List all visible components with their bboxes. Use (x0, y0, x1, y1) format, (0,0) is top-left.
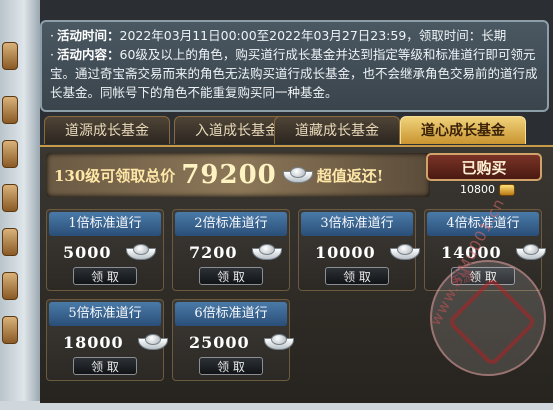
card-amount: 25000 (189, 332, 250, 352)
tab-daozang-fund[interactable]: 道藏成长基金 (274, 116, 400, 144)
fund-content: 130级可领取总价 79200 超值返还! 已购买 10800 1倍标准道行 5… (40, 145, 553, 403)
card-amount: 18000 (63, 332, 124, 352)
activity-time-row: · 活动时间：2022年03月11日00:00至2022年03月27日23:59，… (50, 26, 539, 45)
card-title: 1倍标准道行 (49, 212, 161, 236)
reward-card: 3倍标准道行 10000 领 取 (298, 209, 420, 291)
side-tab-7[interactable] (2, 316, 18, 344)
side-tab-5[interactable] (2, 228, 18, 256)
claim-button[interactable]: 领 取 (73, 267, 137, 285)
claim-button[interactable]: 领 取 (199, 357, 263, 375)
card-amount: 10000 (315, 242, 376, 262)
card-amount: 7200 (189, 242, 238, 262)
price-value: 10800 (460, 183, 495, 196)
claim-button[interactable]: 领 取 (199, 267, 263, 285)
silver-ingot-icon (282, 167, 313, 183)
reward-card: 1倍标准道行 5000 领 取 (46, 209, 164, 291)
activity-time-value: 2022年03月11日00:00至2022年03月27日23:59，领取时间：长… (119, 28, 507, 43)
banner-prefix: 130级可领取总价 (54, 166, 176, 185)
card-title: 4倍标准道行 (427, 212, 539, 236)
activity-time-label: 活动时间： (56, 28, 120, 43)
reward-banner: 130级可领取总价 79200 超值返还! (46, 153, 430, 197)
reward-card: 5倍标准道行 18000 领 取 (46, 299, 168, 381)
fund-price: 10800 (460, 183, 515, 196)
card-title: 6倍标准道行 (175, 302, 287, 326)
silver-ingot-icon (389, 244, 420, 260)
side-tab-6[interactable] (2, 272, 18, 300)
card-title: 2倍标准道行 (175, 212, 287, 236)
silver-ingot-icon (515, 244, 546, 260)
card-amount: 14000 (441, 242, 502, 262)
silver-ingot-icon (125, 244, 156, 260)
fund-panel: · 活动时间：2022年03月11日00:00至2022年03月27日23:59，… (40, 0, 553, 403)
purchased-button[interactable]: 已购买 (426, 153, 542, 181)
activity-info-box: · 活动时间：2022年03月11日00:00至2022年03月27日23:59，… (40, 20, 549, 112)
tab-daoxin-fund[interactable]: 道心成长基金 (400, 116, 526, 144)
activity-content-label: 活动内容： (56, 47, 120, 62)
silver-ingot-icon (251, 244, 282, 260)
side-tab-3[interactable] (2, 140, 18, 168)
claim-button[interactable]: 领 取 (325, 267, 389, 285)
side-tab-4[interactable] (2, 184, 18, 212)
activity-content-row: · 活动内容：60级及以上的角色，购买道行成长基金并达到指定等级和标准道行即可领元… (50, 45, 539, 102)
silver-ingot-icon (263, 334, 294, 350)
banner-suffix: 超值返还! (316, 166, 384, 185)
claim-button[interactable]: 领 取 (73, 357, 137, 375)
banner-total: 79200 (181, 160, 277, 190)
card-title: 3倍标准道行 (301, 212, 413, 236)
side-tab-2[interactable] (2, 96, 18, 124)
side-tab-1[interactable] (2, 42, 18, 70)
silver-ingot-icon (137, 334, 168, 350)
bullet: · (50, 47, 54, 62)
reward-card: 6倍标准道行 25000 领 取 (172, 299, 294, 381)
gold-ingot-icon (499, 183, 515, 196)
fund-tabs: 道源成长基金 入道成长基金 道藏成长基金 道心成长基金 (40, 116, 553, 146)
tab-daoyuan-fund[interactable]: 道源成长基金 (44, 116, 170, 144)
left-decorative-strip (0, 0, 40, 401)
reward-card: 2倍标准道行 7200 领 取 (172, 209, 290, 291)
claim-button[interactable]: 领 取 (451, 267, 515, 285)
activity-content-value: 60级及以上的角色，购买道行成长基金并达到指定等级和标准道行即可领元宝。通过奇宝… (50, 47, 538, 100)
bullet: · (50, 28, 54, 43)
card-title: 5倍标准道行 (49, 302, 161, 326)
reward-card: 4倍标准道行 14000 领 取 (424, 209, 546, 291)
card-amount: 5000 (63, 242, 112, 262)
